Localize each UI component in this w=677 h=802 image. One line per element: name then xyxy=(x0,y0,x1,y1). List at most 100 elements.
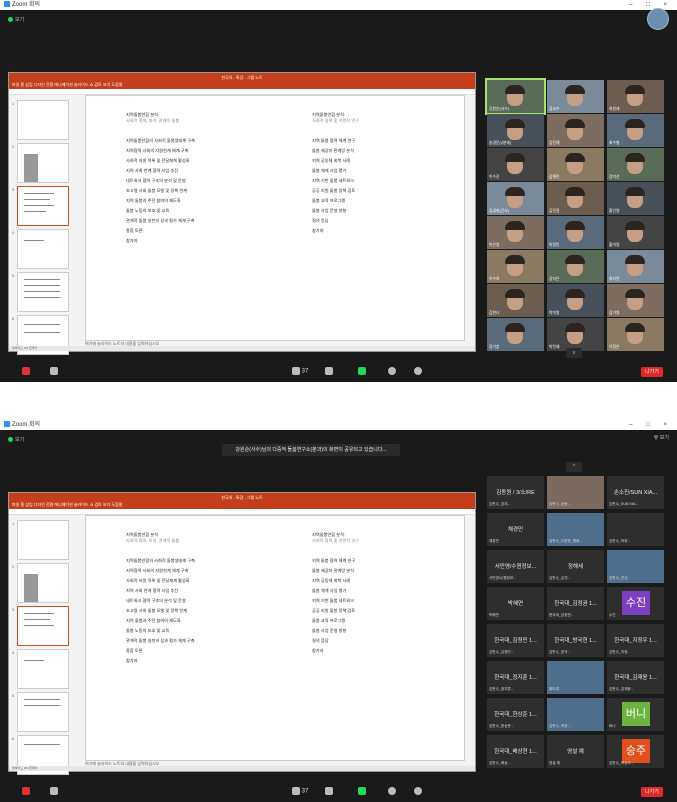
leave-button[interactable]: 나가기 xyxy=(641,367,663,377)
chat-button[interactable] xyxy=(325,787,333,795)
window-controls[interactable]: – □ × xyxy=(629,420,673,430)
participant-video-tile[interactable]: 한국대_김재윤 1... 김판수_김재윤... xyxy=(607,661,664,694)
participant-video-tile[interactable]: 수진 수진 xyxy=(607,587,664,620)
ppt-menu[interactable]: 파일 홈 삽입 디자인 전환 애니메이션 슬라이드 쇼 검토 보기 도움말 xyxy=(12,81,472,88)
slide-thumb-5[interactable]: 5 xyxy=(12,272,69,312)
participant-video-tile[interactable]: 최지연 xyxy=(607,250,664,283)
security-indicator[interactable]: 보기 xyxy=(8,436,24,443)
record-button[interactable] xyxy=(388,367,396,375)
video-button[interactable] xyxy=(50,367,58,375)
chat-button[interactable] xyxy=(325,367,333,375)
participant-video-tile[interactable]: 한국대_한상준 1... 김판수_한상준... xyxy=(487,698,544,731)
participant-video-tile[interactable]: 김판수_박양... xyxy=(547,698,604,731)
participant-video-tile[interactable]: 한국대_배상현 1... 김판수_배상... xyxy=(487,735,544,768)
mic-button[interactable] xyxy=(22,787,30,795)
participant-name: 김가영 xyxy=(609,311,620,315)
participant-video-tile[interactable]: 한국대_지정우 1... 김판수_지정... xyxy=(607,624,664,657)
slide-thumb-3[interactable]: 3 xyxy=(12,186,69,226)
participant-display-name: 채경민 xyxy=(507,527,524,533)
participant-video-tile[interactable]: 장미선 xyxy=(607,148,664,181)
participant-video-tile[interactable]: 이정은 xyxy=(607,318,664,351)
participant-name: 이정은 xyxy=(609,345,620,349)
participant-video-tile[interactable]: 최원래 xyxy=(607,80,664,113)
slide-thumb-2[interactable]: 2 xyxy=(12,143,69,183)
participants-button[interactable]: 37 xyxy=(292,787,308,795)
participant-video-tile[interactable]: 버니 버니 xyxy=(607,698,664,731)
participant-video-tile[interactable]: 한국대_김정권 1... 한국대_김정권... xyxy=(547,587,604,620)
slide-thumb-4[interactable]: 4 xyxy=(12,649,69,689)
participant-video-tile[interactable]: 최수형 xyxy=(607,114,664,147)
participant-name: 서민영/수원정보... xyxy=(489,576,517,580)
slide-left-column: 지역돌봄연합 분석· 사회적 협력, 자치, 관계적 돌봄 지역돌봄연합의 사회… xyxy=(126,532,195,668)
shared-screen-ppt: 한국아 - 특강 - 그렙 노트 파일 홈 삽입 디자인 전환 애니메이션 슬라… xyxy=(8,72,476,355)
gallery-scroll-up-button[interactable]: ^ xyxy=(566,462,582,472)
ppt-menu[interactable]: 파일 홈 삽입 디자인 전환 애니메이션 슬라이드 쇼 검토 보기 도움말 xyxy=(12,501,472,508)
view-options-button[interactable]: 뷰 보기 xyxy=(654,434,669,441)
slide-thumbnails: 1 2 3 4 5 6 xyxy=(11,97,69,355)
participant-video-tile[interactable]: 장교수 xyxy=(547,80,604,113)
participant-video-tile[interactable]: 박정민 xyxy=(547,216,604,249)
gallery-collapse-button[interactable]: v xyxy=(566,348,582,358)
window-controls[interactable]: – □ × xyxy=(629,0,673,10)
participant-hair xyxy=(505,119,525,128)
view-button[interactable]: 보기 xyxy=(15,437,24,443)
participants-button[interactable]: 37 xyxy=(292,367,308,375)
participant-video-tile[interactable]: 김민채 xyxy=(547,114,604,147)
slide-thumb-4[interactable]: 4 xyxy=(12,229,69,269)
participant-video-tile[interactable]: 손소진/SUN XIA... 김판수_SUN XIA... xyxy=(607,476,664,509)
participant-video-tile[interactable]: 서민영/수원정보... 서민영/수원정보... xyxy=(487,550,544,583)
self-avatar[interactable] xyxy=(647,8,669,30)
slide-thumb-5[interactable]: 5 xyxy=(12,692,69,732)
reactions-button[interactable] xyxy=(414,787,422,795)
participant-video-tile[interactable]: 김경희(간사) xyxy=(487,182,544,215)
participant-video-tile[interactable]: 황미경 xyxy=(547,661,604,694)
participant-video-tile[interactable]: 영설 예 영설 예 xyxy=(547,735,604,768)
participant-video-tile[interactable]: 김가영 xyxy=(607,284,664,317)
participant-video-tile[interactable]: 김판수_다양한_협동... xyxy=(547,513,604,546)
participant-video-tile[interactable]: 승주 김판수_박승주... xyxy=(607,735,664,768)
participant-video-tile[interactable]: 김판수_공동... xyxy=(547,476,604,509)
participant-name: 김한나 xyxy=(489,311,500,315)
participant-video-tile[interactable]: 이수진 xyxy=(487,148,544,181)
participant-video-tile[interactable]: 강원순(사수) xyxy=(485,78,546,115)
video-button[interactable] xyxy=(50,787,58,795)
participant-name: 김판수_김재윤... xyxy=(609,687,634,691)
participant-video-tile[interactable]: 장기훈 xyxy=(487,318,544,351)
share-screen-button[interactable] xyxy=(358,787,366,795)
slide-thumb-3[interactable]: 3 xyxy=(12,606,69,646)
participant-video-tile[interactable]: 김판수_관심... xyxy=(607,550,664,583)
participant-video-tile[interactable]: 박혜연 박혜연 xyxy=(487,587,544,620)
slide-thumb-1[interactable]: 1 xyxy=(12,520,69,560)
slide-thumb-1[interactable]: 1 xyxy=(12,100,69,140)
participant-video-tile[interactable]: 한국대_정지훈 1... 김판수_정지훈... xyxy=(487,661,544,694)
participant-name: 김판수_박양... xyxy=(549,724,571,728)
slide-right-column: 지역돌봄연합 분석· 사회적 협력 및 이면적 연구 지역 돌봄 협력 체계 연… xyxy=(312,532,359,658)
view-button[interactable]: 보기 xyxy=(15,17,24,23)
participant-video-tile[interactable]: 강지은 xyxy=(547,250,604,283)
participant-video-tile[interactable]: 김판수_박양... xyxy=(607,513,664,546)
participant-video-tile[interactable]: 김한나 xyxy=(487,284,544,317)
record-button[interactable] xyxy=(388,787,396,795)
participant-video-tile[interactable]: 송경문(2분과) xyxy=(487,114,544,147)
participant-video-tile[interactable]: 정해세 김판수_유연... xyxy=(547,550,604,583)
participant-video-tile[interactable]: 채경민 채경민 xyxy=(487,513,544,546)
security-indicator[interactable]: 보기 xyxy=(8,16,24,23)
participant-video-tile[interactable]: 박미영 xyxy=(547,284,604,317)
mic-button[interactable] xyxy=(22,367,30,375)
participant-video-tile[interactable]: 이수희 xyxy=(487,250,544,283)
video-gallery-b: 김동원 / 3/소/RE 김판수_감지... 김판수_공동... 손소진/SUN XI… xyxy=(487,476,667,776)
participant-video-tile[interactable]: 박은영 xyxy=(487,216,544,249)
participant-video-tile[interactable]: 김동원 / 3/소/RE 김판수_감지... xyxy=(487,476,544,509)
participant-name: 김민정 xyxy=(549,209,560,213)
participant-video-tile[interactable]: 한국대_김정민 1... 김판수_김정민... xyxy=(487,624,544,657)
participant-video-tile[interactable]: 박민혜 xyxy=(547,318,604,351)
participant-video-tile[interactable]: 김민정 xyxy=(547,182,604,215)
participant-video-tile[interactable]: 김해린 xyxy=(547,148,604,181)
participant-video-tile[interactable]: 황인영 xyxy=(607,182,664,215)
share-screen-button[interactable] xyxy=(358,367,366,375)
participant-video-tile[interactable]: 황미영 xyxy=(607,216,664,249)
slide-thumb-2[interactable]: 2 xyxy=(12,563,69,603)
leave-button[interactable]: 나가기 xyxy=(641,787,663,797)
participant-video-tile[interactable]: 한국대_방국현 1... 김판수_방국... xyxy=(547,624,604,657)
reactions-button[interactable] xyxy=(414,367,422,375)
